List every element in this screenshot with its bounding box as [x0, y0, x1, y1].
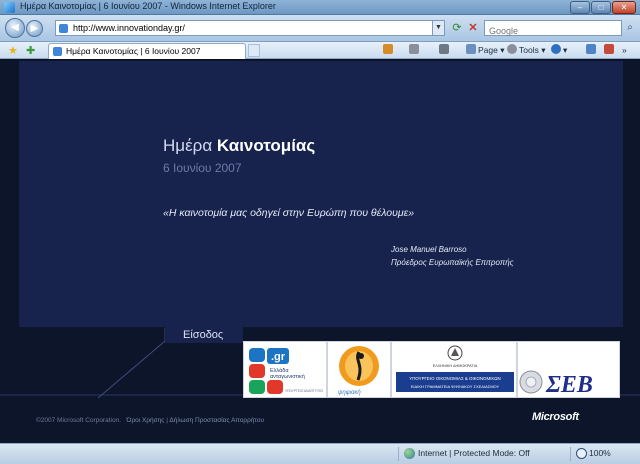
- tab-page-icon: [53, 47, 62, 56]
- feeds-icon[interactable]: [409, 44, 421, 57]
- address-row: ◀ ▶ http://www.innovationday.gr/ ▼ ⟳ ✕ ⌕: [0, 15, 640, 42]
- digital-caption: ψηφιακή: [338, 389, 361, 396]
- help-icon[interactable]: ▾: [551, 44, 567, 57]
- extras-icon[interactable]: »: [622, 44, 627, 57]
- page-menu[interactable]: Page ▾: [466, 44, 505, 57]
- security-zone-text[interactable]: Internet | Protected Mode: Off: [418, 448, 530, 458]
- logo-digital-greece[interactable]: ψηφιακή: [327, 341, 391, 398]
- seb-logo-icon: ΣΕΒ: [519, 370, 593, 398]
- quote-text: «Η καινοτομία μας οδηγεί στην Ευρώπη που…: [163, 207, 415, 219]
- status-bar: Internet | Protected Mode: Off 100%: [0, 443, 640, 464]
- title-bold: Καινοτομίας: [216, 136, 316, 155]
- status-divider: [398, 447, 399, 461]
- tab-active[interactable]: Ημέρα Καινοτομίας | 6 Ιουνίου 2007: [48, 43, 246, 59]
- url-text: http://www.innovationday.gr/: [73, 23, 185, 33]
- research-icon[interactable]: [586, 44, 598, 57]
- add-favorites-icon[interactable]: ✚: [26, 44, 35, 57]
- page-menu-label: Page: [478, 45, 498, 55]
- page-content: Ημέρα Καινοτομίας 6 Ιουνίου 2007 «Η καιν…: [0, 60, 640, 443]
- favorites-star-icon[interactable]: ★: [8, 44, 18, 57]
- footer-copyright: ©2007 Microsoft Corporation.: [36, 417, 121, 424]
- refresh-icon[interactable]: ⟳: [450, 21, 464, 35]
- close-button[interactable]: ✕: [612, 1, 636, 14]
- ministry-line2: ΥΠΟΥΡΓΕΙΟ ΟΙΚΟΝΟΜΙΑΣ & ΟΙΚΟΝΟΜΙΚΩΝ: [409, 376, 500, 381]
- digital-greece-icon: ψηφιακή: [338, 346, 379, 396]
- minimize-button[interactable]: –: [570, 1, 590, 14]
- window-title: Ημέρα Καινοτομίας | 6 Ιουνίου 2007 - Win…: [20, 1, 276, 11]
- gr-mark: .gr: [271, 351, 286, 363]
- ie-app-icon: [4, 2, 15, 13]
- address-bar[interactable]: http://www.innovationday.gr/: [55, 20, 433, 36]
- footer-links: ©2007 Microsoft Corporation. Όροι Χρήσης…: [36, 417, 264, 424]
- privacy-link[interactable]: Δήλωση Προστασίας Απορρήτου: [169, 417, 264, 424]
- gr-logo-icon: .gr Ελλάδα ανταγωνιστική ΥΠΟΥΡΓΕΙΟ ΑΝΑΠΤ…: [249, 348, 323, 394]
- quote-author: Jose Manuel Barroso Πρόεδρος Ευρωπαϊκής …: [391, 243, 514, 269]
- login-link[interactable]: Είσοδος: [183, 329, 223, 341]
- address-dropdown-button[interactable]: ▼: [433, 20, 445, 36]
- status-divider: [570, 447, 571, 461]
- zoom-icon[interactable]: [576, 448, 587, 459]
- event-date: 6 Ιουνίου 2007: [163, 161, 242, 175]
- gr-line1: Ελλάδα: [270, 367, 289, 374]
- footer-separator: |: [166, 417, 168, 424]
- search-input[interactable]: [485, 24, 605, 38]
- print-icon[interactable]: [439, 44, 451, 57]
- internet-zone-icon: [404, 448, 415, 459]
- logo-greece-competitive[interactable]: .gr Ελλάδα ανταγωνιστική ΥΠΟΥΡΓΕΙΟ ΑΝΑΠΤ…: [243, 341, 327, 398]
- microsoft-logo: Microsoft: [532, 411, 579, 423]
- logo-seb[interactable]: ΣΕΒ: [517, 341, 620, 398]
- author-name: Jose Manuel Barroso: [391, 245, 467, 254]
- browser-window: Ημέρα Καινοτομίας | 6 Ιουνίου 2007 - Win…: [0, 0, 640, 464]
- search-icon[interactable]: ⌕: [623, 21, 637, 35]
- logo-ministry-economy[interactable]: ΕΛΛΗΝΙΚΗ ΔΗΜΟΚΡΑΤΙΑ ΥΠΟΥΡΓΕΙΟ ΟΙΚΟΝΟΜΙΑΣ…: [391, 341, 517, 398]
- hero-banner: [19, 61, 623, 327]
- ministry-line3: ΕΙΔΙΚΗ ΓΡΑΜΜΑΤΕΙΑ ΨΗΦΙΑΚΟΥ ΣΧΕΔΙΑΣΜΟΥ: [411, 384, 500, 389]
- title-prefix: Ημέρα: [163, 136, 217, 155]
- seb-mark: ΣΕΒ: [545, 372, 593, 398]
- tools-menu-label: Tools: [519, 45, 539, 55]
- page-icon: [59, 24, 68, 33]
- page-title: Ημέρα Καινοτομίας: [163, 136, 315, 156]
- tools-menu[interactable]: Tools ▾: [507, 44, 545, 57]
- title-bar: Ημέρα Καινοτομίας | 6 Ιουνίου 2007 - Win…: [0, 0, 640, 15]
- home-icon[interactable]: [383, 44, 395, 57]
- zoom-level[interactable]: 100%: [589, 448, 611, 458]
- maximize-button[interactable]: □: [591, 1, 611, 14]
- new-tab-button[interactable]: [248, 44, 260, 57]
- tab-label: Ημέρα Καινοτομίας | 6 Ιουνίου 2007: [66, 46, 201, 56]
- stop-icon[interactable]: ✕: [466, 21, 480, 35]
- author-role: Πρόεδρος Ευρωπαϊκής Επιτροπής: [391, 258, 514, 267]
- gr-line3: ΥΠΟΥΡΓΕΙΟ ΑΝΑΠΤΥΞΗΣ: [285, 389, 323, 393]
- ministry-line1: ΕΛΛΗΝΙΚΗ ΔΗΜΟΚΡΑΤΙΑ: [433, 364, 478, 368]
- terms-link[interactable]: Όροι Χρήσης: [126, 417, 164, 424]
- messenger-icon[interactable]: [604, 44, 616, 57]
- ministry-crest-icon: ΕΛΛΗΝΙΚΗ ΔΗΜΟΚΡΑΤΙΑ ΥΠΟΥΡΓΕΙΟ ΟΙΚΟΝΟΜΙΑΣ…: [396, 345, 514, 392]
- search-box[interactable]: [484, 20, 622, 38]
- forward-button[interactable]: ▶: [26, 20, 43, 37]
- back-button[interactable]: ◀: [5, 18, 25, 38]
- command-row: ★ ✚ Ημέρα Καινοτομίας | 6 Ιουνίου 2007 P…: [0, 42, 640, 59]
- gr-line2: ανταγωνιστική: [270, 373, 305, 380]
